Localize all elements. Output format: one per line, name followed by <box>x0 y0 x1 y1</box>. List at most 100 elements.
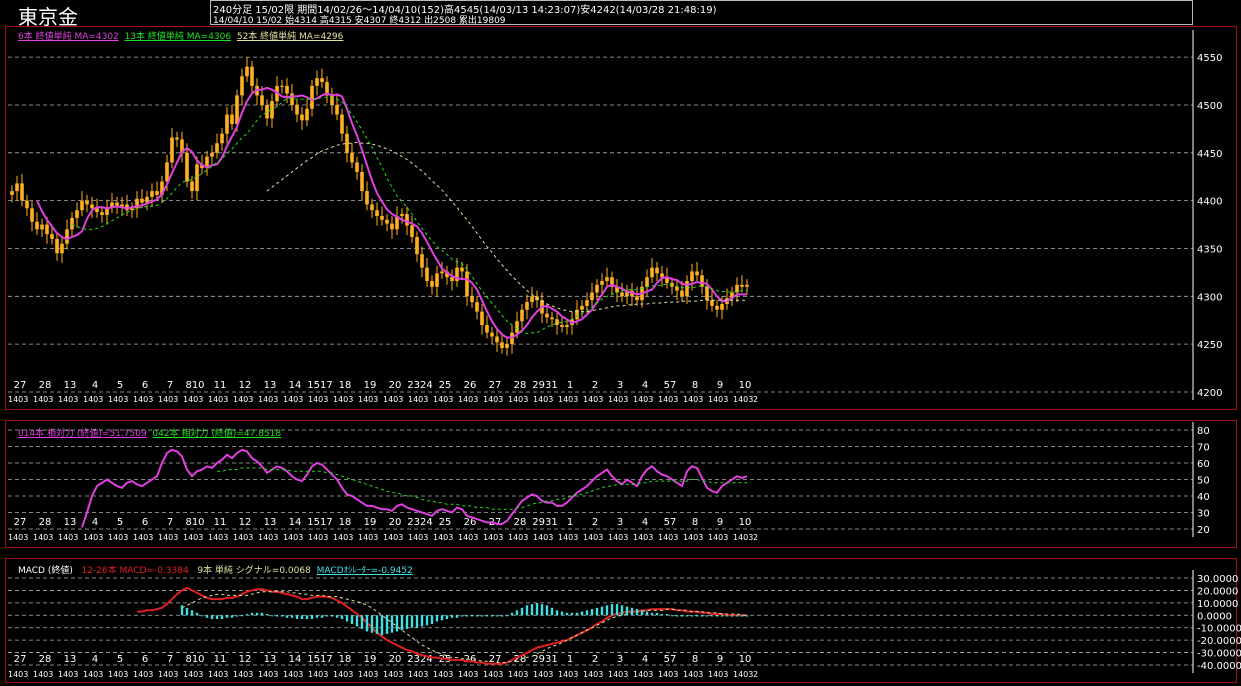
macd-oscillator-bar <box>180 605 184 616</box>
candle-body <box>315 78 319 86</box>
macd-oscillator-bar <box>430 615 434 624</box>
rsi-day-label: 25 <box>439 517 452 528</box>
candle-body <box>305 108 309 121</box>
candle-body <box>620 292 624 297</box>
rsi-day-label: 810 <box>185 517 204 528</box>
macd-period-label: 1403 <box>433 670 453 679</box>
rsi-period-label: 1403 <box>608 533 628 542</box>
rsi-day-label: 2324 <box>407 517 432 528</box>
macd-day-label: 11 <box>214 654 227 665</box>
macd-oscillator-bar <box>555 610 559 616</box>
candle-body <box>460 267 464 272</box>
macd-oscillator-bar <box>645 611 649 616</box>
macd-oscillator-bar <box>545 605 549 616</box>
price-period-label: 1403 <box>683 395 703 404</box>
rsi-period-label: 1403 <box>733 533 753 542</box>
macd-period-label: 1403 <box>158 670 178 679</box>
candle-body <box>525 302 529 310</box>
candle-body <box>360 171 364 192</box>
macd-period-label: 1403 <box>683 670 703 679</box>
candle-body <box>550 317 554 320</box>
macd-oscillator-bar <box>700 615 704 617</box>
macd-oscillator-bar <box>265 614 269 616</box>
macd-period-label: 1403 <box>258 670 278 679</box>
macd-oscillator-bar <box>245 614 249 616</box>
macd-oscillator-bar <box>610 604 614 616</box>
macd-oscillator-bar <box>235 615 239 617</box>
macd-oscillator-bar <box>305 615 309 620</box>
candle-body <box>435 273 439 287</box>
macd-oscillator-bar <box>230 615 234 618</box>
price-day-label: 8 <box>692 380 698 391</box>
rsi-day-label: 12 <box>239 517 252 528</box>
candle-body <box>40 224 44 230</box>
macd-oscillator-bar <box>630 607 634 616</box>
price-period-label: 1403 <box>333 395 353 404</box>
macd-oscillator-bar <box>605 605 609 616</box>
rsi-day-label: 9 <box>717 517 723 528</box>
macd-oscillator-bar <box>380 615 384 636</box>
macd-period-label: 1403 <box>583 670 603 679</box>
macd-day-label: 9 <box>717 654 723 665</box>
candle-body <box>660 273 664 278</box>
macd-oscillator-bar <box>590 609 594 616</box>
macd-ytick-label: -30.0000 <box>1197 649 1241 660</box>
rsi-period-label: 1403 <box>683 533 703 542</box>
price-day-label: 4 <box>92 380 98 391</box>
ma52-line <box>266 141 747 313</box>
candle-body <box>405 214 409 226</box>
price-day-label: 12 <box>239 380 252 391</box>
price-ytick-label: 4400 <box>1197 197 1222 208</box>
rsi-day-label: 6 <box>142 517 148 528</box>
candle-body <box>45 224 49 235</box>
candle-body <box>675 286 679 291</box>
candle-body <box>495 336 499 343</box>
price-ytick-label: 4250 <box>1197 340 1222 351</box>
candle-body <box>720 303 724 310</box>
rsi-period-label: 1403 <box>308 533 328 542</box>
macd-day-label: 18 <box>339 654 352 665</box>
candle-body <box>695 271 699 276</box>
price-period-label: 1403 <box>533 395 553 404</box>
candle-body <box>340 114 344 134</box>
candle-body <box>515 321 519 333</box>
macd-period-label: 1403 <box>108 670 128 679</box>
price-day-label: 27 <box>489 380 502 391</box>
candle-body <box>685 281 689 297</box>
macd-oscillator-bar <box>190 610 194 616</box>
chart-canvas[interactable]: 4200425043004350440044504500455027 28 13 4 5… <box>0 0 1241 686</box>
macd-day-label: 57 <box>664 654 677 665</box>
macd-oscillator-bar <box>650 612 654 616</box>
rsi-day-label: 1517 <box>307 517 332 528</box>
macd-period-label: 1403 <box>608 670 628 679</box>
rsi-period-label: 1403 <box>658 533 678 542</box>
candle-body <box>75 210 79 218</box>
candle-body <box>645 277 649 287</box>
macd-oscillator-bar <box>370 615 374 633</box>
rsi-day-label: 11 <box>214 517 227 528</box>
macd-day-label: 20 <box>389 654 402 665</box>
candle-body <box>635 296 639 301</box>
macd-oscillator-bar <box>705 615 709 617</box>
candle-body <box>700 275 704 287</box>
macd-oscillator-bar <box>470 615 474 617</box>
price-day-label: 4 <box>642 380 648 391</box>
macd-oscillator-bar <box>340 615 344 620</box>
price-period-label: 1403 <box>733 395 753 404</box>
macd-oscillator-bar <box>525 605 529 616</box>
price-day-label: 2324 <box>407 380 432 391</box>
macd-oscillator-bar <box>310 615 314 620</box>
macd-period-label: 1403 <box>333 670 353 679</box>
candle-body <box>465 271 469 297</box>
candle-body <box>285 85 289 94</box>
macd-oscillator-bar <box>720 615 724 617</box>
candle-body <box>475 302 479 312</box>
rsi-period-label: 1403 <box>283 533 303 542</box>
macd-oscillator-bar <box>665 614 669 616</box>
candle-body <box>60 243 64 254</box>
macd-oscillator-bar <box>520 607 524 616</box>
price-period-label: 1403 <box>283 395 303 404</box>
rsi-day-label: 5 <box>117 517 123 528</box>
candle-body <box>715 305 719 310</box>
macd-oscillator-bar <box>390 615 394 633</box>
